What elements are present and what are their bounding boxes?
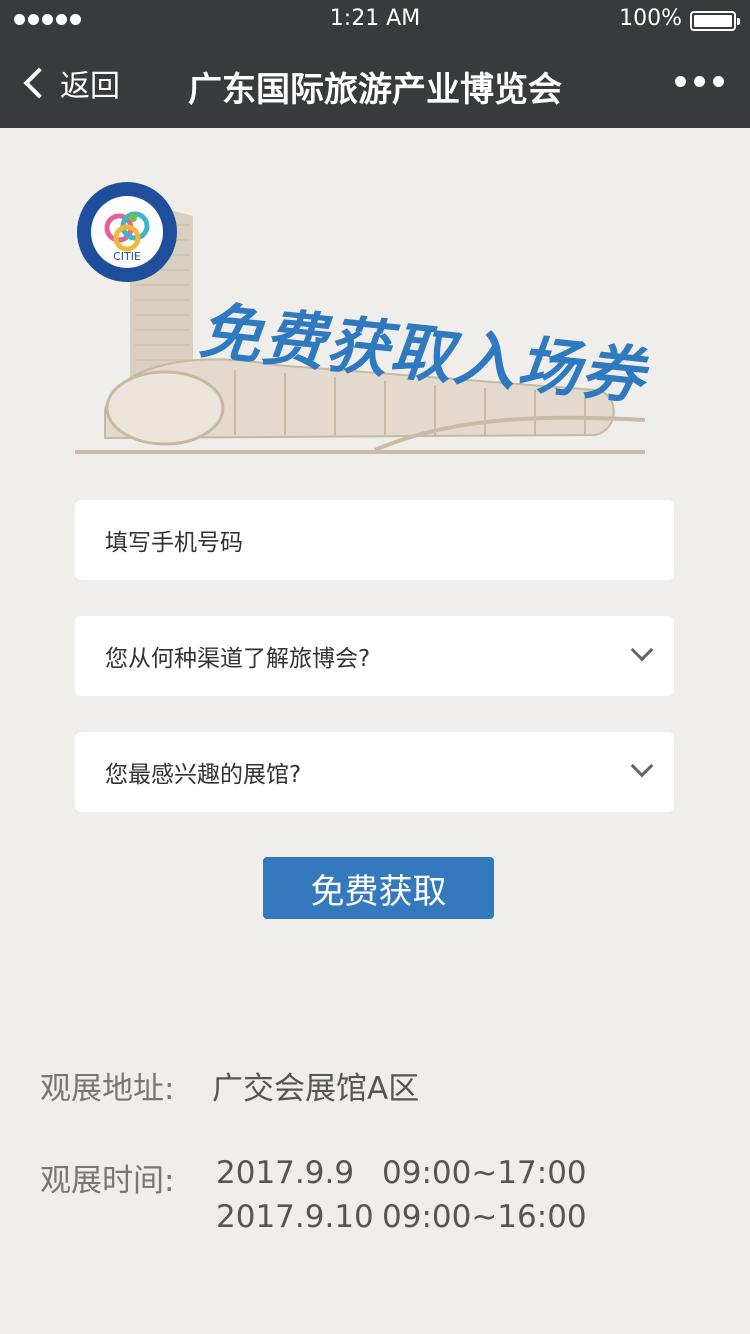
chevron-left-icon: [23, 67, 55, 99]
back-button[interactable]: 返回: [18, 60, 120, 106]
phone-input-placeholder: 填写手机号码: [105, 530, 243, 556]
more-dot-icon: [713, 76, 724, 87]
citie-logo: CITIE: [77, 182, 177, 282]
page-title: 广东国际旅游产业博览会: [188, 70, 562, 110]
svg-text:CITIE: CITIE: [113, 250, 141, 263]
battery-icon: [690, 11, 740, 31]
channel-select-placeholder: 您从何种渠道了解旅博会?: [105, 646, 371, 672]
battery-percent: 100%: [619, 6, 682, 31]
hall-select[interactable]: 您最感兴趣的展馆?: [75, 732, 674, 812]
back-label: 返回: [60, 69, 120, 104]
chevron-down-icon: [630, 638, 654, 662]
hall-select-placeholder: 您最感兴趣的展馆?: [105, 762, 302, 788]
address-value: 广交会展馆A区: [212, 1071, 420, 1107]
schedule-date: 2017.9.9: [216, 1155, 355, 1191]
get-free-ticket-button[interactable]: 免费获取: [263, 857, 494, 919]
phone-input[interactable]: 填写手机号码: [75, 500, 674, 580]
top-bar: 1:21 AM 100% 返回 广东国际旅游产业博览会: [0, 0, 750, 128]
schedule-date: 2017.9.10: [216, 1199, 374, 1235]
more-menu-button[interactable]: [675, 76, 724, 87]
time-label: 观展时间:: [40, 1163, 175, 1199]
more-dot-icon: [675, 76, 686, 87]
schedule-hours: 09:00~17:00: [382, 1155, 587, 1191]
hero-banner: CITIE 免费获取入场券: [75, 180, 675, 460]
status-bar: 1:21 AM 100%: [0, 0, 750, 40]
address-label: 观展地址:: [40, 1071, 175, 1107]
chevron-down-icon: [630, 754, 654, 778]
channel-select[interactable]: 您从何种渠道了解旅博会?: [75, 616, 674, 696]
schedule-hours: 09:00~16:00: [382, 1199, 587, 1235]
navigation-bar: 返回 广东国际旅游产业博览会: [0, 40, 750, 128]
more-dot-icon: [694, 76, 705, 87]
